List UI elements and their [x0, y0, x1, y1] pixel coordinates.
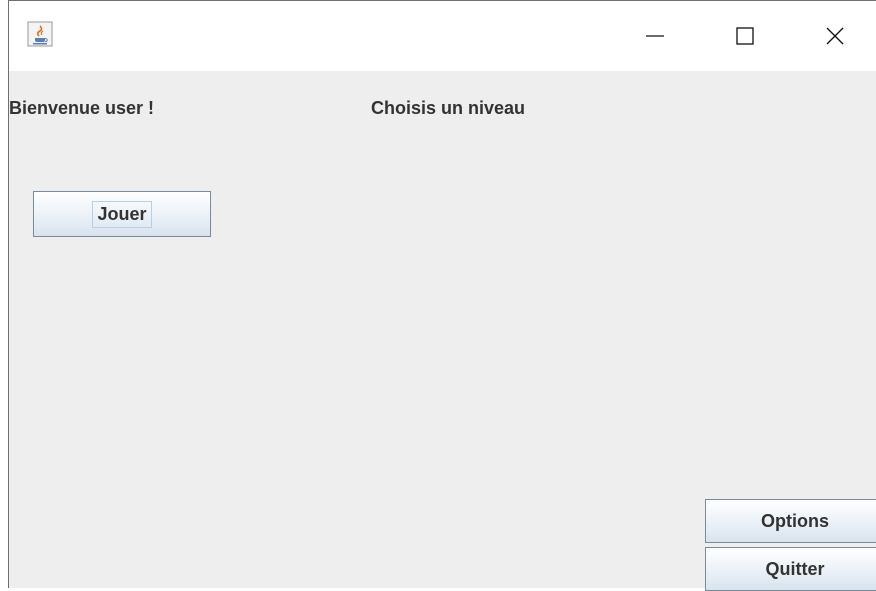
options-button[interactable]: Options — [705, 499, 876, 543]
minimize-button[interactable] — [620, 1, 690, 71]
minimize-icon — [646, 35, 664, 37]
quit-button[interactable]: Quitter — [705, 547, 876, 591]
maximize-icon — [736, 27, 754, 45]
java-cup-icon[interactable] — [27, 21, 53, 47]
maximize-button[interactable] — [710, 1, 780, 71]
close-button[interactable] — [800, 1, 870, 71]
application-window: Bienvenue user ! Choisis un niveau Jouer… — [8, 0, 876, 591]
title-bar[interactable] — [9, 1, 876, 71]
welcome-label: Bienvenue user ! — [9, 98, 155, 118]
play-button[interactable]: Jouer — [33, 191, 211, 237]
play-button-label: Jouer — [92, 200, 152, 228]
level-prompt-label: Choisis un niveau — [371, 98, 526, 118]
close-icon — [826, 27, 844, 45]
